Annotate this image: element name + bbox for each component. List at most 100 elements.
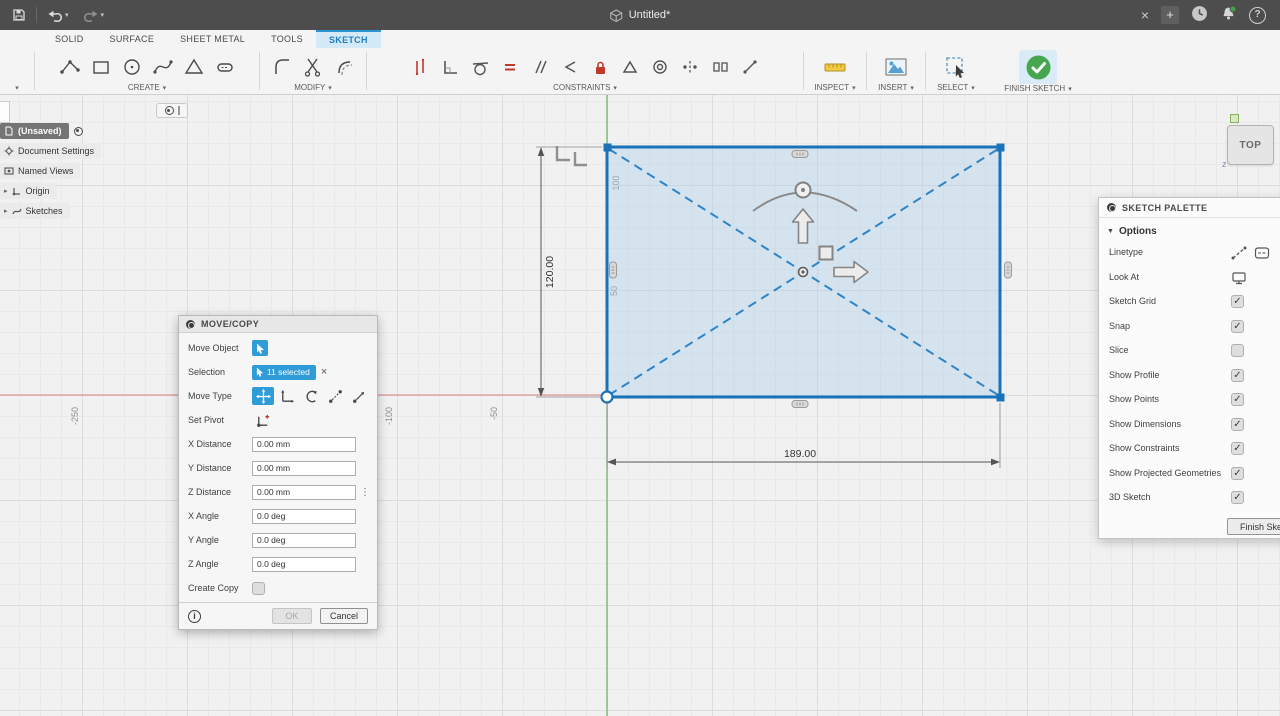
centerline-linetype-icon[interactable]	[1254, 246, 1270, 260]
overflow-dots-icon[interactable]: ⋮	[360, 487, 370, 498]
finish-sketch-button[interactable]: Finish Sketch	[1227, 518, 1280, 535]
document-tab[interactable]: Untitled*	[610, 0, 670, 30]
panel-grip-icon[interactable]	[177, 106, 180, 115]
create-copy-checkbox[interactable]: ✓	[252, 581, 265, 595]
look-at-icon[interactable]	[1231, 271, 1247, 285]
set-pivot-icon[interactable]	[252, 411, 274, 429]
sketch-grid-checkbox[interactable]: ✓	[1231, 295, 1244, 308]
select-tool-icon[interactable]	[941, 52, 972, 82]
insert-image-icon[interactable]	[881, 52, 912, 82]
width-dimension-value[interactable]: 189.00	[784, 448, 816, 460]
visibility-toggle-icon[interactable]	[73, 126, 83, 136]
viewcube-face[interactable]: TOP	[1240, 140, 1262, 151]
line-tool-icon[interactable]	[54, 52, 85, 82]
insert-menu[interactable]: INSERT ▾	[878, 83, 914, 93]
undo-button[interactable]: ▾	[43, 5, 73, 25]
show-profile-checkbox[interactable]: ✓	[1231, 368, 1244, 382]
tab-tools[interactable]: TOOLS	[258, 30, 316, 48]
dialog-fold-icon[interactable]	[186, 319, 195, 329]
redo-button[interactable]: ▾	[79, 5, 109, 25]
create-menu[interactable]: CREATE ▾	[128, 83, 166, 93]
plane-move-handle[interactable]	[818, 245, 834, 261]
perpendicular-constraint-badge[interactable]	[573, 152, 587, 167]
tab-solid[interactable]: SOLID	[42, 30, 97, 48]
spline-tool-icon[interactable]	[147, 52, 178, 82]
y-angle-input[interactable]	[252, 532, 356, 548]
fix-constraint-icon[interactable]	[585, 54, 615, 80]
slice-checkbox[interactable]: ✓	[1231, 344, 1244, 357]
fillet-tool-icon[interactable]	[267, 52, 298, 82]
projected-geometry-icon[interactable]	[735, 54, 765, 80]
z-distance-input[interactable]	[252, 484, 356, 500]
constraints-menu[interactable]: CONSTRAINTS ▾	[553, 83, 617, 93]
expander-icon[interactable]: ▸	[4, 187, 8, 195]
tangent-constraint-icon[interactable]	[465, 54, 495, 80]
measure-tool-icon[interactable]	[820, 52, 851, 82]
midpoint-constraint-icon[interactable]	[615, 54, 645, 80]
selection-chip[interactable]: 11 selected	[252, 364, 316, 380]
snap-checkbox[interactable]: ✓	[1231, 319, 1244, 333]
move-object-selector[interactable]	[252, 340, 268, 356]
edge-grip[interactable]	[609, 261, 617, 279]
palette-fold-icon[interactable]	[1107, 203, 1116, 212]
browser-grip[interactable]	[156, 103, 188, 118]
edge-grip[interactable]	[791, 400, 809, 408]
expander-icon[interactable]: ▸	[4, 207, 8, 215]
rectangle-tool-icon[interactable]	[85, 52, 116, 82]
show-points-checkbox[interactable]: ✓	[1231, 393, 1244, 406]
dialog-header[interactable]: MOVE/COPY	[179, 316, 377, 333]
modify-menu[interactable]: MODIFY ▾	[294, 83, 332, 93]
move-type-rotate-icon[interactable]	[300, 387, 322, 405]
3d-sketch-checkbox[interactable]: ✓	[1231, 491, 1244, 504]
cancel-button[interactable]: Cancel	[319, 608, 368, 624]
move-type-free-move-icon[interactable]	[252, 387, 274, 405]
inspect-menu[interactable]: INSPECT ▾	[814, 83, 855, 93]
y-distance-input[interactable]	[252, 460, 356, 476]
undo-caret-icon[interactable]: ▾	[65, 11, 69, 19]
job-status-icon[interactable]	[1191, 5, 1208, 25]
circle-tool-icon[interactable]	[116, 52, 147, 82]
move-type-point-to-position-icon[interactable]	[348, 387, 370, 405]
move-type-point-to-point-icon[interactable]	[324, 387, 346, 405]
palette-header[interactable]: SKETCH PALETTE	[1099, 198, 1280, 218]
tab-sheet-metal[interactable]: SHEET METAL	[167, 30, 258, 48]
finish-sketch-menu[interactable]: FINISH SKETCH ▾	[1004, 84, 1071, 94]
browser-item-named-views[interactable]: Named Views	[0, 163, 101, 179]
new-document-tab-button[interactable]: +	[1161, 6, 1179, 24]
toolbar-anchor-caret-icon[interactable]: ▾	[15, 84, 19, 92]
perpendicular-constraint-icon[interactable]	[435, 54, 465, 80]
browser-item-unsaved[interactable]: (Unsaved)	[0, 123, 101, 139]
ok-button[interactable]: OK	[271, 608, 312, 624]
x-distance-input[interactable]	[252, 436, 356, 452]
edge-grip[interactable]	[1004, 261, 1012, 279]
finish-sketch-icon[interactable]	[1019, 50, 1057, 84]
height-dimension-value[interactable]: 120.00	[544, 256, 556, 288]
show-constraints-checkbox[interactable]: ✓	[1231, 442, 1244, 455]
corner-point[interactable]	[996, 143, 1005, 152]
origin-point[interactable]	[600, 390, 614, 404]
clear-selection-icon[interactable]: ×	[321, 366, 327, 378]
tab-surface[interactable]: SURFACE	[97, 30, 168, 48]
slot-tool-icon[interactable]	[209, 52, 240, 82]
rectangular-pattern-icon[interactable]	[705, 54, 735, 80]
select-menu[interactable]: SELECT ▾	[937, 83, 975, 93]
viewcube[interactable]: TOP	[1227, 125, 1274, 165]
save-button[interactable]	[8, 5, 30, 25]
corner-point[interactable]	[603, 143, 612, 152]
tab-sketch[interactable]: SKETCH	[315, 30, 381, 48]
x-angle-input[interactable]	[252, 508, 356, 524]
construction-linetype-icon[interactable]	[1231, 246, 1247, 260]
perpendicular-constraint-badge[interactable]	[555, 146, 570, 162]
collinear-constraint-icon[interactable]	[555, 54, 585, 80]
trim-tool-icon[interactable]	[298, 52, 329, 82]
show-dimensions-checkbox[interactable]: ✓	[1231, 417, 1244, 431]
browser-item-sketches[interactable]: ▸ Sketches	[0, 203, 101, 219]
move-type-translate-icon[interactable]	[276, 387, 298, 405]
parallel-constraint-icon[interactable]	[525, 54, 555, 80]
polygon-tool-icon[interactable]	[178, 52, 209, 82]
close-document-icon[interactable]: ×	[1141, 8, 1149, 22]
corner-point[interactable]	[996, 393, 1005, 402]
concentric-constraint-icon[interactable]	[645, 54, 675, 80]
edge-grip[interactable]	[791, 150, 809, 158]
info-icon[interactable]: i	[188, 609, 201, 623]
